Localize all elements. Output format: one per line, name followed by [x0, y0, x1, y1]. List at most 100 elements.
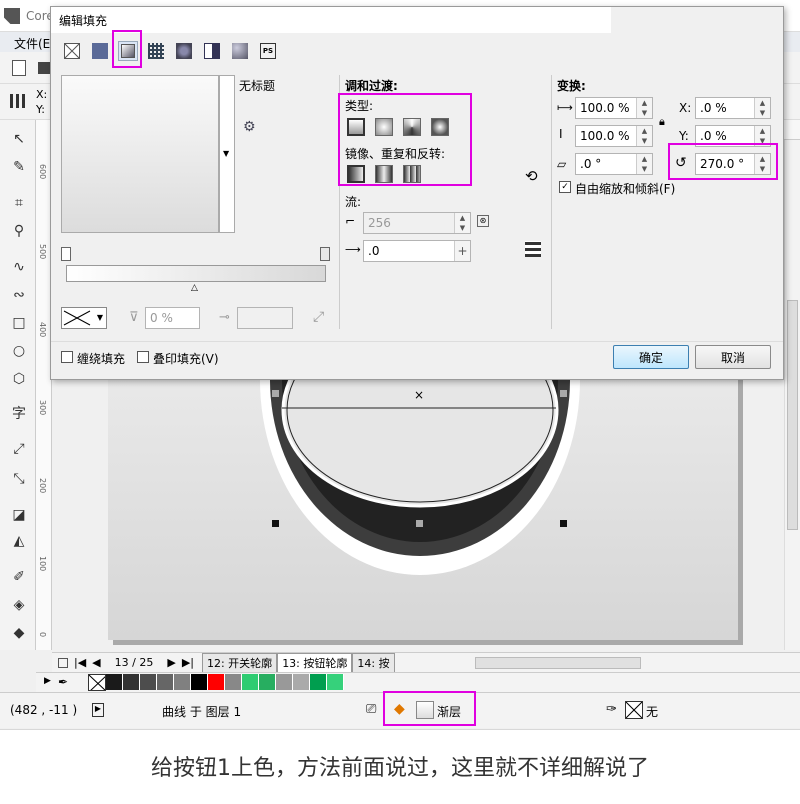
node-value-field[interactable]: [237, 307, 293, 329]
color-proof-icon[interactable]: ⎚: [366, 702, 376, 717]
uniform-fill-icon[interactable]: [90, 41, 110, 61]
reverse-fill-icon[interactable]: ⟲: [525, 167, 538, 185]
lock-steps-icon[interactable]: ⊛: [477, 215, 489, 227]
elliptical-fill-icon[interactable]: [375, 118, 393, 136]
crop-tool-icon[interactable]: ⌗: [8, 192, 30, 214]
text-tool-icon[interactable]: 字: [8, 402, 30, 424]
vector-pattern-icon[interactable]: [146, 41, 166, 61]
gradient-slider[interactable]: [66, 265, 326, 282]
texture-fill-icon[interactable]: [230, 41, 250, 61]
smooth-blend-icon[interactable]: [525, 241, 541, 257]
outline-none-swatch[interactable]: [625, 701, 643, 719]
fill-bucket-icon: ◆: [394, 701, 405, 717]
node-position-field[interactable]: 0 %: [145, 307, 200, 329]
height-field[interactable]: 100.0 % ▲ ▼: [575, 125, 653, 147]
shape-tool-icon[interactable]: ✎: [8, 156, 30, 178]
add-page-icon[interactable]: [58, 657, 68, 668]
transform-heading: 变换:: [557, 79, 586, 93]
no-color-swatch[interactable]: [88, 674, 106, 691]
wrap-fill-checkbox[interactable]: [61, 351, 73, 363]
first-page-icon[interactable]: |◀: [74, 656, 86, 669]
last-page-icon[interactable]: ▶|: [182, 656, 194, 669]
linear-fill-icon[interactable]: [347, 118, 365, 136]
no-fill-icon[interactable]: [62, 41, 82, 61]
palette-swatch[interactable]: [106, 674, 123, 690]
palette-arrow-icon[interactable]: ▶: [44, 676, 51, 686]
palette-swatch[interactable]: [293, 674, 310, 690]
palette-swatch[interactable]: [157, 674, 174, 690]
dimension-tool-icon[interactable]: ⤢: [8, 438, 30, 460]
freehand-tool-icon[interactable]: ∿: [8, 256, 30, 278]
palette-swatch[interactable]: [174, 674, 191, 690]
y-offset-field[interactable]: .0 % ▲ ▼: [695, 125, 771, 147]
connector-tool-icon[interactable]: ⤡: [8, 468, 30, 490]
horizontal-scrollbar[interactable]: [474, 656, 641, 669]
free-scale-checkbox[interactable]: ✓: [559, 181, 571, 193]
cancel-button[interactable]: 取消: [695, 345, 771, 369]
midpoint-marker-icon[interactable]: △: [191, 283, 198, 293]
bitmap-pattern-icon[interactable]: [174, 41, 194, 61]
eyedropper-tool-icon[interactable]: ✐: [8, 566, 30, 588]
scroll-thumb[interactable]: [787, 300, 798, 530]
palette-swatch[interactable]: [327, 674, 344, 690]
artistic-media-icon[interactable]: ∾: [8, 284, 30, 306]
swap-icon[interactable]: ⤢: [313, 309, 324, 325]
palette-swatch[interactable]: [276, 674, 293, 690]
x-offset-field[interactable]: .0 % ▲ ▼: [695, 97, 771, 119]
palette-swatch[interactable]: [242, 674, 259, 690]
palette-swatch[interactable]: [123, 674, 140, 690]
vruler-mark: 300: [38, 400, 47, 416]
palette-swatch[interactable]: [208, 674, 225, 690]
play-icon[interactable]: ▶: [92, 703, 104, 717]
rectangle-tool-icon[interactable]: □: [8, 312, 30, 334]
fill-swatch[interactable]: [416, 701, 434, 719]
conical-fill-icon[interactable]: [403, 118, 421, 136]
blend-heading: 调和过渡:: [345, 79, 398, 93]
palette-swatch[interactable]: [140, 674, 157, 690]
button-artwork[interactable]: ×: [250, 370, 590, 580]
node-color-picker[interactable]: ▼: [61, 307, 107, 329]
end-node-icon[interactable]: [320, 247, 330, 261]
prev-page-icon[interactable]: ◀: [92, 656, 100, 669]
ellipse-tool-icon[interactable]: ○: [8, 340, 30, 362]
acceleration-field[interactable]: .0 +: [363, 240, 471, 262]
fountain-fill-icon[interactable]: [118, 41, 138, 61]
next-page-icon[interactable]: ▶: [167, 656, 175, 669]
page-tab[interactable]: 14: 按: [352, 652, 395, 673]
smart-fill-icon[interactable]: ◆: [8, 622, 30, 644]
vertical-scrollbar[interactable]: [784, 140, 800, 650]
pick-tool-icon[interactable]: ↖: [8, 128, 30, 150]
preset-name: 无标题: [239, 79, 276, 93]
palette-swatch[interactable]: [191, 674, 208, 690]
eyedropper-icon[interactable]: ✒: [58, 675, 68, 689]
default-fill-icon[interactable]: [347, 165, 365, 183]
skew-field[interactable]: .0 ° ▲ ▼: [575, 153, 653, 175]
ok-button[interactable]: 确定: [613, 345, 689, 369]
two-color-pattern-icon[interactable]: [202, 41, 222, 61]
grid-icon[interactable]: [10, 94, 26, 108]
new-document-icon[interactable]: [12, 60, 26, 76]
menu-file[interactable]: 文件(E: [14, 35, 50, 52]
zoom-tool-icon[interactable]: ⚲: [8, 220, 30, 242]
width-field[interactable]: 100.0 % ▲ ▼: [575, 97, 653, 119]
start-node-icon[interactable]: [61, 247, 71, 261]
palette-swatch[interactable]: [310, 674, 327, 690]
overprint-checkbox[interactable]: [137, 351, 149, 363]
polygon-tool-icon[interactable]: ⬡: [8, 368, 30, 390]
chevron-down-icon[interactable]: ▼: [223, 149, 229, 158]
palette-swatch[interactable]: [259, 674, 276, 690]
rectangular-fill-icon[interactable]: [431, 118, 449, 136]
lock-icon[interactable]: 🔒︎: [659, 115, 665, 129]
shadow-tool-icon[interactable]: ◪: [8, 504, 30, 526]
palette-swatch[interactable]: [225, 674, 242, 690]
mirror-fill-icon[interactable]: [375, 165, 393, 183]
postscript-fill-icon[interactable]: PS: [258, 41, 278, 61]
save-preset-icon[interactable]: ⚙: [243, 119, 256, 135]
rotate-field[interactable]: 270.0 ° ▲ ▼: [695, 153, 771, 175]
repeat-fill-icon[interactable]: [403, 165, 421, 183]
fill-tool-icon[interactable]: ◈: [8, 594, 30, 616]
steps-field[interactable]: 256 ▲ ▼: [363, 212, 471, 234]
page-tab[interactable]: 12: 开关轮廓: [201, 652, 278, 673]
page-tab-active[interactable]: 13: 按钮轮廓: [277, 652, 353, 673]
transparency-tool-icon[interactable]: ◭: [8, 530, 30, 552]
